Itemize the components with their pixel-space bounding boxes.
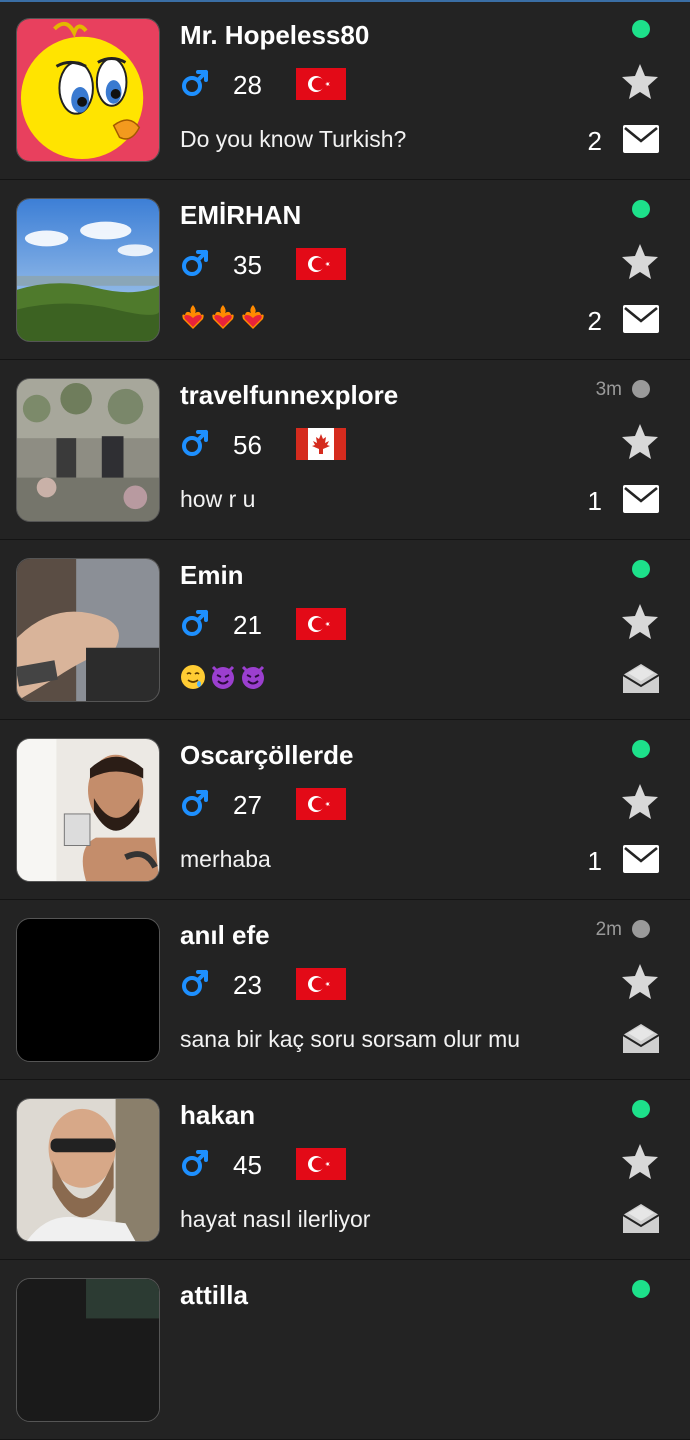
avatar[interactable] [16,198,160,342]
male-symbol-icon [180,968,210,998]
last-message: how r u [180,486,256,512]
unread-count: 1 [587,846,602,876]
online-status-dot [632,560,650,578]
star-icon[interactable] [620,242,660,282]
offline-status-dot [632,380,650,398]
heart-on-fire-emoji-icon [240,304,266,330]
unread-count: 2 [587,126,602,156]
male-symbol-icon [180,608,210,638]
star-icon[interactable] [620,1142,660,1182]
closed-envelope-icon[interactable] [622,303,660,335]
turkey-flag-icon [296,1148,346,1180]
last-message-emojis [180,304,266,330]
username: EMİRHAN [180,200,302,230]
last-message: merhaba [180,846,271,872]
user-list: Mr. Hopeless80 28 Do you know Turkish? 2 EM… [0,0,690,1440]
last-message: sana bir kaç soru sorsam olur mu [180,1026,521,1052]
male-symbol-icon [180,68,210,98]
star-icon[interactable] [620,782,660,822]
turkey-flag-icon [296,248,346,280]
age: 27 [233,790,262,820]
open-envelope-icon[interactable] [622,1203,660,1235]
male-symbol-icon [180,428,210,458]
offline-status-dot [632,920,650,938]
user-row[interactable]: EMİRHAN 35 2 [0,180,690,360]
last-seen-time: 2m [595,919,622,940]
star-icon[interactable] [620,602,660,642]
last-message-emojis [180,664,266,690]
username: Oscarçöllerde [180,740,354,770]
username: Mr. Hopeless80 [180,20,370,50]
user-row[interactable]: Oscarçöllerde 27 merhaba 1 [0,720,690,900]
heart-on-fire-emoji-icon [210,304,236,330]
user-row[interactable]: attilla [0,1260,690,1440]
last-message: Do you know Turkish? [180,126,407,152]
smiling-imp-emoji-icon [210,664,236,690]
avatar[interactable] [16,738,160,882]
online-status-dot [632,1100,650,1118]
canada-flag-icon [296,428,346,460]
star-icon[interactable] [620,62,660,102]
closed-envelope-icon[interactable] [622,123,660,155]
male-symbol-icon [180,248,210,278]
user-row[interactable]: anıl efe 23 sana bir kaç soru sorsam olur … [0,900,690,1080]
online-status-dot [632,740,650,758]
username: attilla [180,1280,248,1310]
male-symbol-icon [180,788,210,818]
username: travelfunnexplore [180,380,399,410]
star-icon[interactable] [620,422,660,462]
turkey-flag-icon [296,968,346,1000]
age: 56 [233,430,262,460]
avatar[interactable] [16,1098,160,1242]
online-status-dot [632,20,650,38]
user-row[interactable]: Mr. Hopeless80 28 Do you know Turkish? 2 [0,0,690,180]
unread-count: 1 [587,486,602,516]
avatar[interactable] [16,558,160,702]
turkey-flag-icon [296,608,346,640]
last-message: hayat nasıl ilerliyor [180,1206,371,1232]
closed-envelope-icon[interactable] [622,843,660,875]
open-envelope-icon[interactable] [622,663,660,695]
age: 28 [233,70,262,100]
username: hakan [180,1100,256,1130]
avatar[interactable] [16,918,160,1062]
smiling-imp-emoji-icon [240,664,266,690]
avatar[interactable] [16,378,160,522]
user-row[interactable]: hakan 45 hayat nasıl ilerliyor [0,1080,690,1260]
unread-count: 2 [587,306,602,336]
heart-on-fire-emoji-icon [180,304,206,330]
turkey-flag-icon [296,788,346,820]
online-status-dot [632,200,650,218]
username: Emin [180,560,244,590]
online-status-dot [632,1280,650,1298]
closed-envelope-icon[interactable] [622,483,660,515]
avatar[interactable] [16,1278,160,1422]
username: anıl efe [180,920,270,950]
last-seen-time: 3m [595,379,622,400]
user-row[interactable]: travelfunnexplore 56 how r u 3m 1 [0,360,690,540]
open-envelope-icon[interactable] [622,1023,660,1055]
avatar[interactable] [16,18,160,162]
age: 35 [233,250,262,280]
star-icon[interactable] [620,962,660,1002]
age: 23 [233,970,262,1000]
male-symbol-icon [180,1148,210,1178]
age: 45 [233,1150,262,1180]
turkey-flag-icon [296,68,346,100]
drooling-face-emoji-icon [180,664,206,690]
age: 21 [233,610,262,640]
user-row[interactable]: Emin 21 [0,540,690,720]
